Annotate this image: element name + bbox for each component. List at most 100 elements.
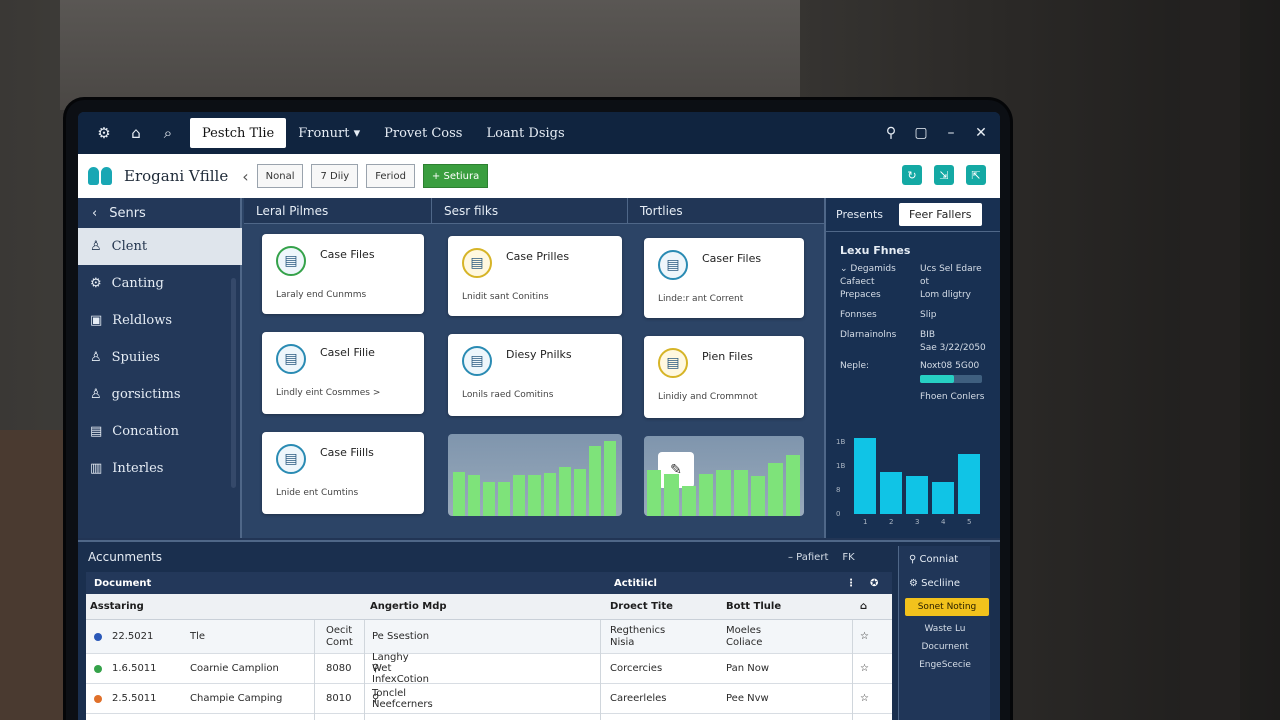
chart-bar (498, 481, 511, 516)
highlight-button[interactable]: Sonet Noting (905, 598, 989, 616)
row-date: 2.5.5011 (112, 693, 157, 704)
sidebar-item-6[interactable]: ▥ Interles (78, 450, 240, 487)
sync-icon[interactable]: ↻ (902, 165, 922, 185)
star-icon[interactable]: ☆ (860, 620, 869, 653)
detail-value: Noxt08 5G00 (920, 361, 980, 371)
filter-button-1[interactable]: 7 Diiy (311, 164, 359, 188)
activity-chart-card[interactable]: ✎ (644, 436, 804, 516)
case-file-card[interactable]: ▤ Pien Files Linidiy and Crommnot (644, 336, 804, 418)
clipboard-icon[interactable]: ▢ (908, 118, 934, 148)
activity-chart-card[interactable] (448, 434, 622, 516)
documents-table: Document Actitiicl ⋮ ✪ Asstaring Angerti… (86, 572, 892, 720)
panel-chart-bar (906, 476, 928, 514)
sidebar-back[interactable]: ‹ Senrs (78, 198, 240, 228)
column-header-0[interactable]: Leral Pilmes (244, 198, 432, 224)
column-header-2[interactable]: Tortlies (628, 198, 824, 224)
sidebar-item-3[interactable]: ♙ Spuiies (78, 339, 240, 376)
column-headers: Leral Pilmes Sesr filks Tortlies (244, 198, 824, 224)
detail-key: Fonnses (840, 310, 877, 320)
sidebar-item-label: gorsictims (111, 387, 181, 402)
close-icon[interactable]: ✕ (968, 118, 994, 148)
detail-value: Ucs Sel Edare (920, 264, 982, 274)
sidebar-item-5[interactable]: ▤ Concation (78, 413, 240, 450)
tab-1[interactable]: Fronurt ▾ (286, 118, 372, 148)
row-type: Careerleles (610, 693, 667, 704)
column-header[interactable]: Droect Tite (610, 594, 673, 619)
row-desc: Langhy Wet InfexCotion (372, 652, 429, 685)
chart-bar (785, 455, 800, 516)
case-file-card[interactable]: ▤ Caser Files Linde:r ant Corrent (644, 238, 804, 318)
back-arrow-icon[interactable]: ‹ (242, 167, 248, 186)
sidebar-scrollbar[interactable] (231, 278, 236, 488)
contact-link[interactable]: ⚲ Conniat (909, 554, 958, 565)
star-icon[interactable]: ☆ (860, 654, 869, 683)
filter-button-2[interactable]: Feriod (366, 164, 415, 188)
panel-chart-tick: 2 (889, 518, 894, 526)
case-file-card[interactable]: ▤ Case Fiills Lnide ent Cumtins (262, 432, 424, 514)
sidebar-item-1[interactable]: ⚙ Canting (78, 265, 240, 302)
export-icon[interactable]: ⇲ (934, 165, 954, 185)
panel-chart-ytick: 8 (836, 486, 841, 494)
sidebar-item-4[interactable]: ♙ gorsictims (78, 376, 240, 413)
tab-filters[interactable]: Feer Fallers (899, 203, 982, 226)
table-row[interactable]: 1.6.5011 Coarnie Camplion 8080 ⚲ Langhy … (86, 652, 892, 685)
share-icon[interactable]: ⚲ (878, 118, 904, 148)
panel-chart-ytick: 1B (836, 438, 846, 446)
column-header[interactable]: Asstaring (90, 594, 144, 619)
detail-row: ⌄ Degamids Ucs Sel Edare (840, 264, 990, 274)
chart-bar (751, 476, 766, 516)
column-header[interactable]: Angertio Mdp (370, 594, 447, 619)
contact-label: Conniat (919, 554, 959, 565)
filter-button-0[interactable]: Nonal (256, 164, 304, 188)
column-header[interactable]: Bott Tlule (726, 594, 781, 619)
tab-presents[interactable]: Presents (836, 208, 883, 221)
case-file-icon: ▤ (462, 346, 492, 376)
star-icon[interactable]: ☆ (860, 684, 869, 713)
table-row[interactable]: 22.5021 Tle Oecit Comt Pe Ssestion Regth… (86, 620, 892, 654)
case-file-card[interactable]: ▤ Casel Filie Lindly eint Cosmmes > (262, 332, 424, 414)
panel-chart-bar (932, 482, 954, 514)
chart-bar (733, 470, 748, 516)
add-button[interactable]: + Setiura (422, 164, 489, 188)
panel-link[interactable]: Fhoen Conlers (920, 392, 984, 402)
chart-bar (603, 441, 616, 516)
detail-value: Sae 3/22/2050 (920, 343, 986, 353)
share-box-icon[interactable]: ⇱ (966, 165, 986, 185)
sidebar-item-label: Interles (112, 461, 164, 476)
star-icon[interactable]: ✪ (870, 578, 878, 589)
case-file-card[interactable]: ▤ Case Files Laraly end Cunmms (262, 234, 424, 314)
case-file-card[interactable]: ▤ Diesy Pnilks Lonils raed Comitins (448, 334, 622, 416)
panel-chart-tick: 5 (967, 518, 972, 526)
settings-link[interactable]: ⚙ Secliine (909, 578, 960, 589)
row-name: Tle (190, 631, 206, 642)
table-toolbar-left: Document (94, 577, 152, 589)
network-icon: ⚙ (90, 276, 102, 291)
tab-3[interactable]: Loant Dsigs (474, 118, 576, 148)
case-file-card[interactable]: ▤ Case Prilles Lnidit sant Conitins (448, 236, 622, 316)
fk-filter[interactable]: FK (842, 552, 854, 563)
column-header-1[interactable]: Sesr filks (432, 198, 628, 224)
detail-key: Cafaect (840, 277, 875, 287)
tab-0[interactable]: Pestch Tlie (190, 118, 287, 148)
settings-icon[interactable]: ⚙ (88, 118, 120, 148)
table-row[interactable]: 2.5.5011 Champie Camping 8010 ⚲ Tonclel … (86, 684, 892, 714)
tab-2[interactable]: Provet Coss (372, 118, 474, 148)
sidebar-item-2[interactable]: ▣ Reldlows (78, 302, 240, 339)
panel-chart-bar (958, 454, 980, 514)
search-icon[interactable]: ⌕ (152, 118, 184, 148)
case-file-icon: ▤ (276, 344, 306, 374)
case-file-icon: ▤ (276, 246, 306, 276)
minimize-icon[interactable]: – (938, 118, 964, 148)
sidebar-item-0[interactable]: ♙ Clent (78, 228, 242, 265)
more-icon[interactable]: ⋮ (846, 578, 856, 589)
card-title: Case Fiills (320, 446, 374, 459)
chart-bar (543, 473, 556, 516)
bookmark-icon[interactable]: ⌂ (860, 594, 867, 619)
patient-filter[interactable]: – Pafiert (788, 552, 828, 563)
background-pillar (1180, 0, 1240, 720)
home-icon[interactable]: ⌂ (120, 118, 152, 148)
card-subtitle: Laraly end Cunmms (276, 290, 367, 300)
row-name: Coarnie Camplion (190, 663, 279, 674)
row-date: 1.6.5011 (112, 663, 157, 674)
case-file-icon: ▤ (462, 248, 492, 278)
